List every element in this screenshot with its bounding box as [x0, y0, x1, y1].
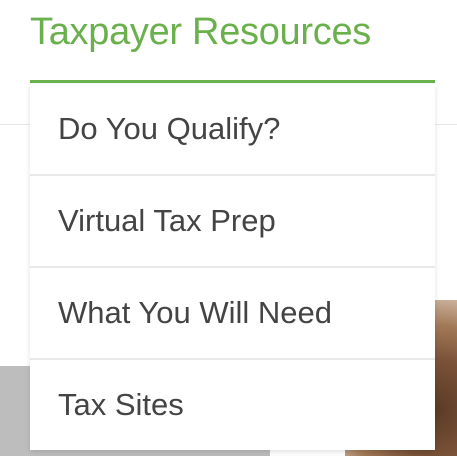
menu-heading-underline	[30, 80, 435, 83]
menu-item-label: What You Will Need	[58, 295, 332, 330]
menu-heading: Taxpayer Resources	[30, 8, 435, 83]
menu-item-virtual-tax-prep[interactable]: Virtual Tax Prep	[30, 176, 435, 268]
dropdown-menu: Do You Qualify? Virtual Tax Prep What Yo…	[30, 84, 435, 450]
page: Taxpayer Resources Do You Qualify? Virtu…	[0, 0, 457, 456]
menu-item-label: Do You Qualify?	[58, 111, 281, 146]
menu-item-label: Tax Sites	[58, 387, 184, 422]
menu-item-label: Virtual Tax Prep	[58, 203, 276, 238]
menu-item-what-you-will-need[interactable]: What You Will Need	[30, 268, 435, 360]
menu-item-do-you-qualify[interactable]: Do You Qualify?	[30, 84, 435, 176]
menu-item-tax-sites[interactable]: Tax Sites	[30, 360, 435, 450]
menu-heading-title: Taxpayer Resources	[30, 11, 371, 53]
